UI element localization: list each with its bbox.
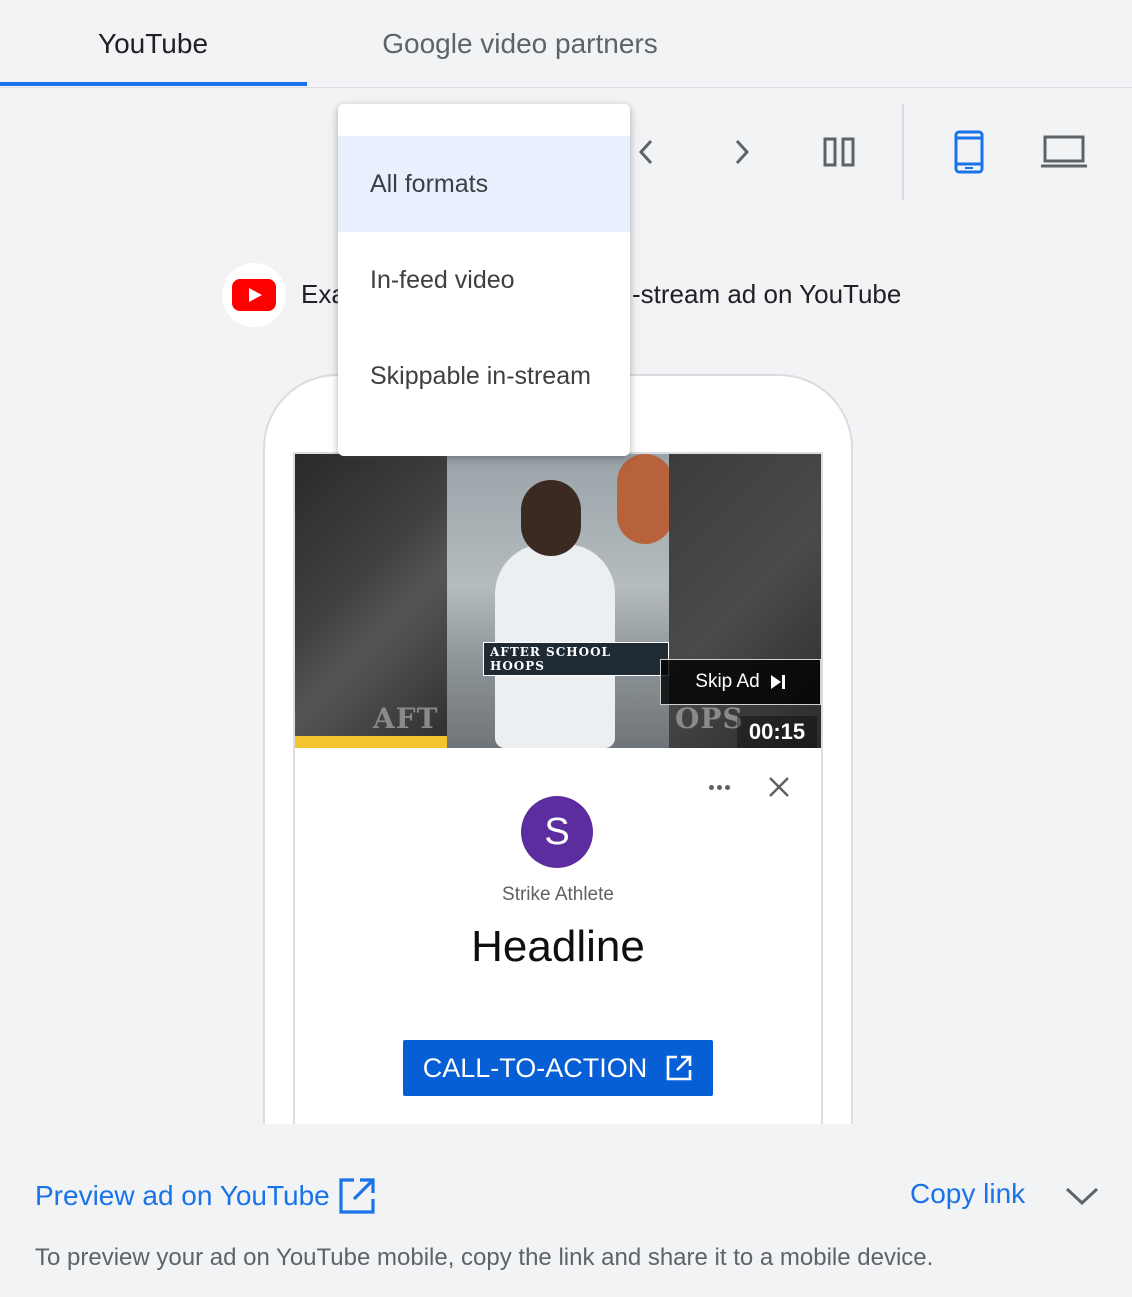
open-in-new-icon (666, 1055, 692, 1081)
advertiser-avatar: S (521, 796, 593, 868)
skip-next-icon (770, 675, 785, 689)
mobile-icon[interactable] (945, 128, 993, 176)
tab-youtube[interactable]: YouTube (0, 0, 306, 88)
preview-ad-label: Preview ad on YouTube (35, 1180, 330, 1211)
desktop-icon[interactable] (1040, 128, 1088, 176)
call-to-action-button[interactable]: CALL-TO-ACTION (403, 1040, 713, 1096)
video-figure-background (617, 454, 673, 544)
skip-ad-label: Skip Ad (695, 671, 760, 692)
help-text: To preview your ad on YouTube mobile, co… (35, 1244, 934, 1271)
ad-video[interactable]: AFT AFTER SCHOOL HOOPS OPS Skip Ad 00:15 (295, 454, 821, 748)
close-icon[interactable] (762, 770, 796, 804)
ad-timer: 00:15 (737, 716, 817, 748)
preview-ad-link[interactable]: Preview ad on YouTube (35, 1176, 376, 1216)
watermark-right-fragment: OPS (675, 702, 744, 735)
menu-item-skippable-in-stream[interactable]: Skippable in-stream (338, 328, 630, 424)
ad-progress-bar (295, 736, 447, 748)
youtube-logo-icon (222, 263, 286, 327)
chevron-down-icon[interactable] (1060, 1176, 1104, 1216)
copy-link-button[interactable]: Copy link (910, 1178, 1025, 1210)
caption-text-end: -stream ad on YouTube (632, 279, 902, 309)
video-left-panel: AFT (295, 454, 447, 748)
menu-item-all-formats[interactable]: All formats (338, 136, 630, 232)
watermark-left-fragment: AFT (373, 702, 439, 735)
toolbar-divider (902, 104, 904, 200)
video-figure-head (521, 480, 581, 556)
format-menu: All formats In-feed video Skippable in-s… (338, 104, 630, 456)
side-by-side-icon[interactable] (815, 128, 863, 176)
ad-headline: Headline (471, 922, 645, 971)
cta-label: CALL-TO-ACTION (422, 1052, 648, 1083)
skip-ad-button[interactable]: Skip Ad (660, 659, 821, 705)
tab-google-video-partners[interactable]: Google video partners (330, 0, 710, 88)
more-options-icon[interactable] (700, 772, 738, 802)
chevron-right-icon[interactable] (718, 128, 766, 176)
video-center-panel: AFTER SCHOOL HOOPS (447, 454, 673, 748)
open-in-new-icon (339, 1178, 375, 1214)
tab-bar: YouTube Google video partners (0, 0, 1132, 88)
menu-item-in-feed-video[interactable]: In-feed video (338, 232, 630, 328)
advertiser-name: Strike Athlete (502, 884, 614, 905)
active-tab-indicator (0, 82, 307, 86)
video-watermark: AFTER SCHOOL HOOPS (483, 642, 669, 676)
